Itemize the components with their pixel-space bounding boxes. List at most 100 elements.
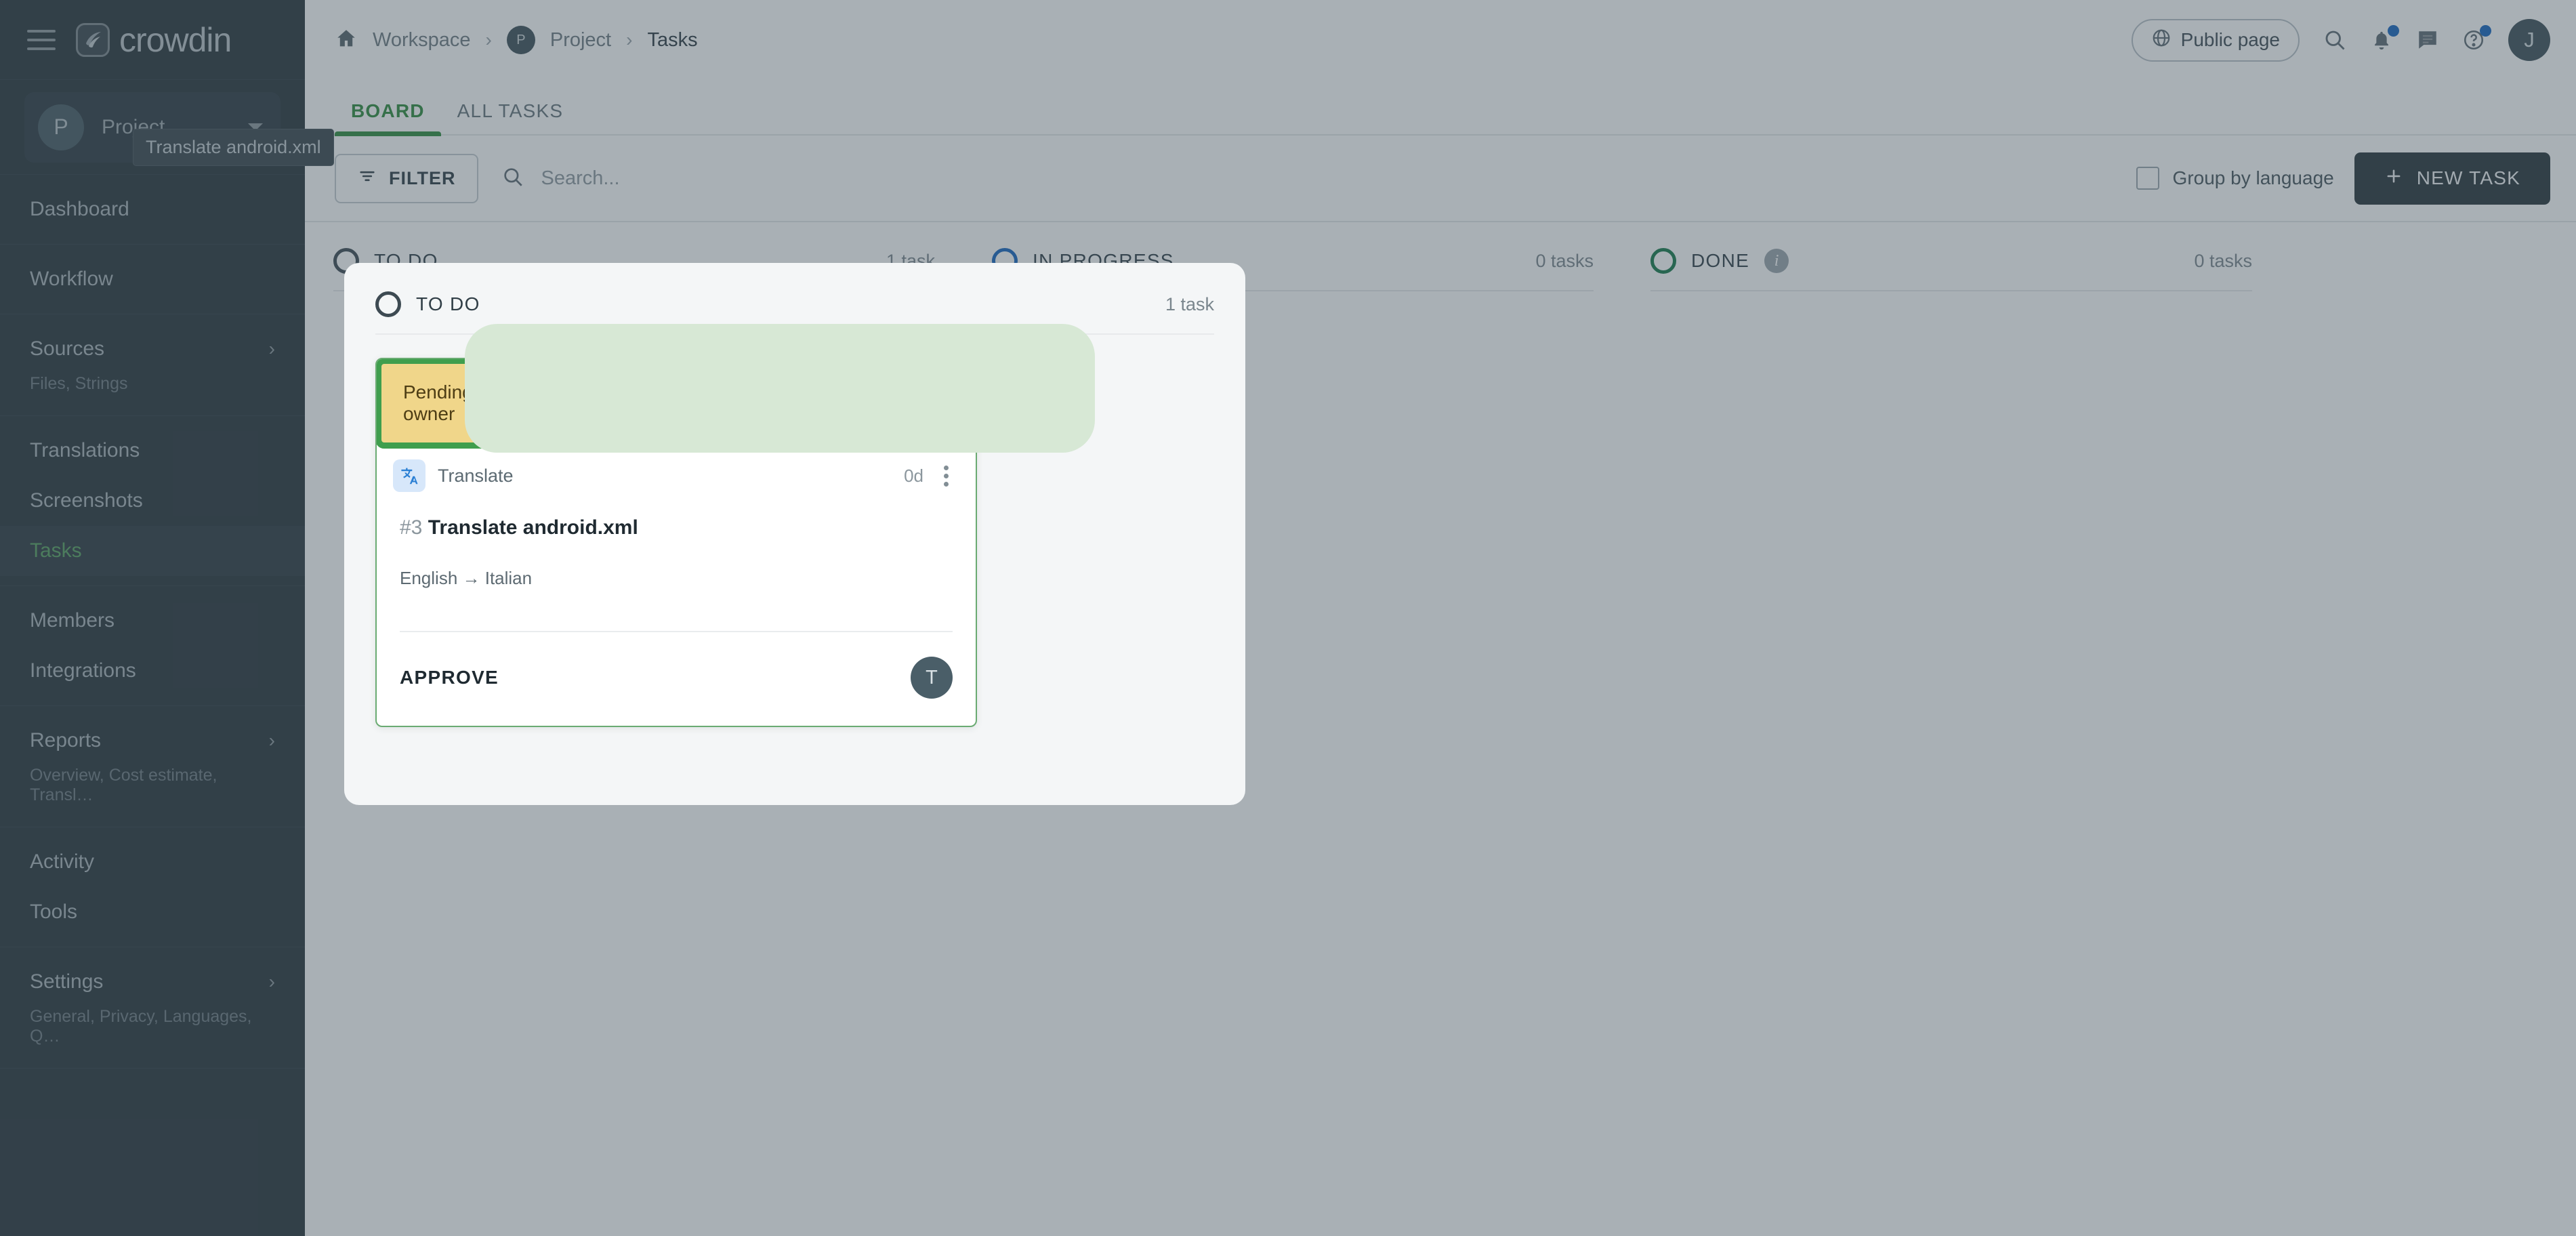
task-card-header: Translate 0d: [377, 449, 976, 503]
nav-group: Translations Screenshots Tasks: [0, 416, 305, 586]
hamburger-menu-icon[interactable]: [27, 30, 56, 50]
notification-badge: [2388, 25, 2399, 37]
sidebar-brand-bar: crowdin: [0, 0, 305, 80]
nav-group: Settings › General, Privacy, Languages, …: [0, 947, 305, 1069]
task-languages: English → Italian: [400, 568, 953, 589]
project-avatar: P: [38, 104, 84, 150]
sidebar-item-label: Screenshots: [30, 489, 143, 512]
sidebar-item-label: Settings: [30, 970, 103, 993]
group-by-language-checkbox[interactable]: Group by language: [2136, 167, 2334, 190]
sidebar-item-integrations[interactable]: Integrations: [0, 646, 305, 696]
project-tooltip: Translate android.xml: [133, 129, 334, 166]
breadcrumb-project-avatar: P: [507, 26, 535, 54]
nav-group: Members Integrations: [0, 586, 305, 706]
breadcrumb-item-tasks: Tasks: [647, 29, 697, 52]
sidebar-item-members[interactable]: Members: [0, 596, 305, 646]
task-title-text: Translate android.xml: [428, 516, 638, 539]
translate-icon: [393, 459, 425, 492]
sidebar-item-dashboard[interactable]: Dashboard: [0, 184, 305, 234]
highlight-glow: [465, 324, 1095, 453]
sidebar-item-label: Integrations: [30, 659, 136, 682]
breadcrumb-separator: ›: [486, 29, 492, 51]
status-ring-icon: [375, 291, 401, 317]
plus-icon: [2384, 167, 2403, 190]
search-box: [501, 165, 961, 192]
new-task-label: NEW TASK: [2417, 167, 2520, 189]
public-page-button[interactable]: Public page: [2132, 19, 2300, 62]
info-icon[interactable]: i: [1764, 249, 1789, 273]
board-toolbar: FILTER Group by language: [305, 136, 2576, 222]
sidebar-item-label: Tools: [30, 901, 77, 924]
search-input[interactable]: [541, 167, 961, 190]
globe-icon: [2151, 28, 2172, 53]
tab-board[interactable]: BOARD: [335, 100, 441, 134]
toolbar-left: FILTER: [335, 154, 961, 203]
sidebar-item-label: Dashboard: [30, 198, 129, 221]
sidebar-item-activity[interactable]: Activity: [0, 837, 305, 887]
task-card-footer: APPROVE T: [377, 632, 976, 726]
public-page-label: Public page: [2181, 29, 2280, 51]
sidebar-item-sublabel: General, Privacy, Languages, Q…: [0, 1007, 305, 1058]
tab-all-tasks[interactable]: ALL TASKS: [441, 100, 580, 134]
column-count: 1 task: [1165, 294, 1214, 315]
search-icon[interactable]: [2323, 28, 2347, 52]
status-ring-icon: [1650, 248, 1676, 274]
task-number: #3: [400, 516, 422, 539]
sidebar-item-tools[interactable]: Tools: [0, 887, 305, 937]
breadcrumb: Workspace › P Project › Tasks: [335, 26, 698, 54]
filter-label: FILTER: [389, 168, 455, 189]
sidebar-item-label: Workflow: [30, 268, 113, 291]
sidebar-item-screenshots[interactable]: Screenshots: [0, 476, 305, 526]
task-card-body: #3 Translate android.xml English → Itali…: [377, 503, 976, 596]
task-type-label: Translate: [438, 466, 892, 487]
bell-icon[interactable]: [2370, 28, 2393, 52]
nav-group: Sources › Files, Strings: [0, 314, 305, 416]
column-title: TO DO: [416, 293, 480, 315]
column-title: DONE: [1691, 250, 1749, 272]
sidebar-item-label: Sources: [30, 337, 104, 360]
task-days-label: 0d: [904, 466, 923, 487]
toolbar-right: Group by language NEW TASK: [2136, 152, 2550, 205]
sidebar-item-label: Activity: [30, 850, 94, 873]
assignee-avatar[interactable]: T: [911, 657, 953, 699]
sidebar-item-settings[interactable]: Settings ›: [0, 957, 305, 1007]
nav-group: Dashboard: [0, 175, 305, 245]
kebab-menu-icon[interactable]: [936, 461, 957, 491]
nav-group: Reports › Overview, Cost estimate, Trans…: [0, 706, 305, 827]
sidebar-item-sublabel: Overview, Cost estimate, Transl…: [0, 766, 305, 817]
avatar[interactable]: J: [2508, 19, 2550, 61]
sidebar-item-translations[interactable]: Translations: [0, 426, 305, 476]
board-column-done: DONE i 0 tasks: [1622, 248, 2281, 291]
nav-group: Workflow: [0, 245, 305, 314]
sidebar-item-tasks[interactable]: Tasks: [0, 526, 305, 576]
approve-button[interactable]: APPROVE: [400, 667, 499, 688]
breadcrumb-separator: ›: [626, 29, 632, 51]
top-bar: Workspace › P Project › Tasks Public pag…: [305, 0, 2576, 80]
filter-button[interactable]: FILTER: [335, 154, 478, 203]
chevron-right-icon: ›: [269, 972, 275, 991]
sidebar-item-sublabel: Files, Strings: [0, 374, 305, 406]
sidebar-nav: Dashboard Workflow Sources › Files, Stri…: [0, 175, 305, 1236]
new-task-button[interactable]: NEW TASK: [2354, 152, 2550, 205]
home-icon[interactable]: [335, 27, 358, 54]
tab-bar: BOARD ALL TASKS: [305, 80, 2576, 136]
breadcrumb-item-project[interactable]: Project: [550, 29, 611, 52]
sidebar: crowdin P Project Translate android.xml …: [0, 0, 305, 1236]
group-by-language-label: Group by language: [2173, 167, 2334, 189]
column-count: 0 tasks: [2194, 251, 2252, 272]
sidebar-item-reports[interactable]: Reports ›: [0, 716, 305, 766]
sidebar-item-workflow[interactable]: Workflow: [0, 254, 305, 304]
search-icon: [501, 165, 524, 192]
chat-icon[interactable]: [2416, 28, 2439, 52]
app-root: crowdin P Project Translate android.xml …: [0, 0, 2576, 1236]
crowdin-logo[interactable]: crowdin: [76, 20, 231, 60]
top-bar-actions: Public page J: [2132, 19, 2550, 62]
chevron-right-icon: ›: [269, 731, 275, 750]
brand-name: crowdin: [119, 20, 231, 60]
help-icon[interactable]: [2462, 28, 2485, 52]
sidebar-item-sources[interactable]: Sources ›: [0, 324, 305, 374]
breadcrumb-item-workspace[interactable]: Workspace: [373, 29, 471, 52]
task-title: #3 Translate android.xml: [400, 516, 953, 539]
sidebar-item-label: Reports: [30, 729, 101, 752]
filter-icon: [358, 167, 377, 190]
